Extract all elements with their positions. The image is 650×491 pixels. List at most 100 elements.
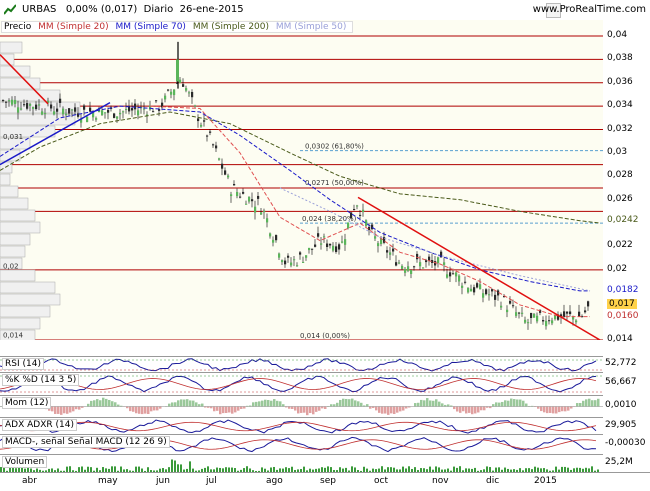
candle-body	[296, 265, 298, 266]
candle-body	[323, 236, 325, 237]
candle-body	[461, 286, 463, 288]
momentum-bar	[306, 407, 309, 416]
momentum-bar	[264, 400, 267, 407]
candle-body	[518, 313, 520, 314]
candle-body	[587, 301, 589, 306]
momentum-bar	[537, 407, 540, 409]
price-tick-label: 0,028	[607, 170, 633, 180]
candle-body	[476, 283, 478, 287]
candle-body	[185, 88, 187, 91]
momentum-bar	[144, 407, 147, 414]
month-label: 2015	[534, 476, 557, 486]
volume-profile-bar	[0, 174, 10, 185]
indicator-panel-adx[interactable]: ADX ADXR (14)	[0, 417, 603, 435]
candle-body	[56, 109, 58, 112]
candle-body	[290, 263, 292, 266]
momentum-bar	[414, 403, 417, 406]
indicator-panel-vol[interactable]: Volumen	[0, 454, 603, 473]
momentum-bar	[423, 400, 426, 406]
ma70-line	[0, 106, 590, 291]
candle-body	[509, 301, 511, 304]
month-label: oct	[374, 476, 388, 486]
momentum-bar	[69, 407, 72, 413]
momentum-bar	[210, 407, 213, 409]
momentum-bar	[96, 399, 99, 406]
candle-body	[230, 194, 232, 196]
candle-body	[293, 259, 295, 260]
candle-body	[107, 110, 109, 113]
candle-body	[227, 176, 229, 178]
momentum-bar	[471, 407, 474, 415]
momentum-bar	[57, 407, 60, 414]
candle-body	[392, 249, 394, 252]
momentum-bar	[576, 403, 579, 406]
momentum-bar	[498, 403, 501, 407]
momentum-bar	[216, 407, 219, 411]
momentum-bar	[54, 407, 57, 414]
candle-body	[473, 287, 475, 292]
momentum-bar	[552, 407, 555, 414]
candle-body	[35, 105, 37, 109]
indicator-label-rsi: RSI (14)	[2, 358, 44, 370]
candle-body	[239, 197, 241, 198]
indicator-panel-stoch[interactable]: %K %D (14 3 5)	[0, 372, 603, 395]
momentum-bar	[516, 399, 519, 406]
chart-legend: Precio MM (Simple 20) MM (Simple 70) MM …	[1, 21, 353, 33]
momentum-bar	[483, 407, 486, 411]
momentum-bar	[504, 400, 507, 406]
momentum-bar	[90, 401, 93, 407]
momentum-bar	[447, 404, 450, 406]
price-tick-label: 0,036	[607, 77, 633, 87]
momentum-bar	[390, 407, 393, 414]
candle-body	[452, 273, 454, 274]
month-label: ago	[266, 476, 283, 486]
indicator-panel-mom[interactable]: Mom (12)	[0, 395, 603, 417]
momentum-bar	[273, 399, 276, 406]
momentum-bar	[201, 404, 204, 407]
candle-body	[548, 320, 550, 321]
volume-profile-label: 0,014	[3, 332, 24, 340]
momentum-bar	[480, 407, 483, 411]
momentum-bar	[348, 399, 351, 406]
month-label: abr	[22, 476, 37, 486]
candle-body	[197, 118, 199, 121]
fibo-label: 0,014 (0,00%)	[300, 332, 350, 340]
candle-body	[326, 244, 328, 247]
momentum-bar	[150, 407, 153, 412]
candle-body	[356, 205, 358, 206]
candle-body	[464, 282, 466, 283]
prorealtime-logo-icon	[4, 4, 16, 15]
momentum-bar	[159, 407, 162, 409]
legend-ma50: MM (Simple 50)	[276, 22, 346, 32]
momentum-bar	[597, 399, 600, 407]
price-axis[interactable]: 0,040,0380,0360,0340,0320,030,0280,0260,…	[603, 20, 650, 340]
candle-body	[320, 243, 322, 244]
price-tick-label: 0,022	[607, 240, 633, 250]
time-axis[interactable]: abrmayjunjulagosepoctnovdic2015	[0, 472, 650, 491]
momentum-bar	[591, 400, 594, 406]
momentum-bar	[453, 407, 456, 410]
candle-body	[470, 289, 472, 292]
indicator-panel-macd[interactable]: MACD-, señal Señal MACD (12 26 9)	[0, 434, 603, 454]
candle-body	[236, 192, 238, 196]
momentum-bar	[384, 407, 387, 414]
momentum-bar	[135, 407, 138, 414]
candle-body	[209, 132, 211, 133]
volume-profile-bar	[0, 186, 18, 197]
momentum-bar	[369, 407, 372, 409]
momentum-bar	[168, 404, 171, 407]
indicator-label-adx: ADX ADXR (14)	[2, 419, 77, 431]
indicator-signal-line	[0, 422, 596, 430]
candle-body	[266, 218, 268, 222]
indicator-panel-rsi[interactable]: RSI (14)	[0, 356, 603, 373]
candle-body	[545, 321, 547, 326]
candle-body	[482, 293, 484, 298]
momentum-bar	[456, 407, 459, 412]
price-panel[interactable]: 0,0302 (61,80%)0,0271 (50,00%)0,024 (38,…	[0, 20, 603, 340]
momentum-bar	[258, 401, 261, 406]
legend-ma200: MM (Simple 200)	[193, 22, 269, 32]
volume-profile-bar	[0, 234, 30, 245]
momentum-bar	[318, 407, 321, 411]
momentum-bar	[420, 400, 423, 407]
candle-body	[11, 100, 13, 105]
